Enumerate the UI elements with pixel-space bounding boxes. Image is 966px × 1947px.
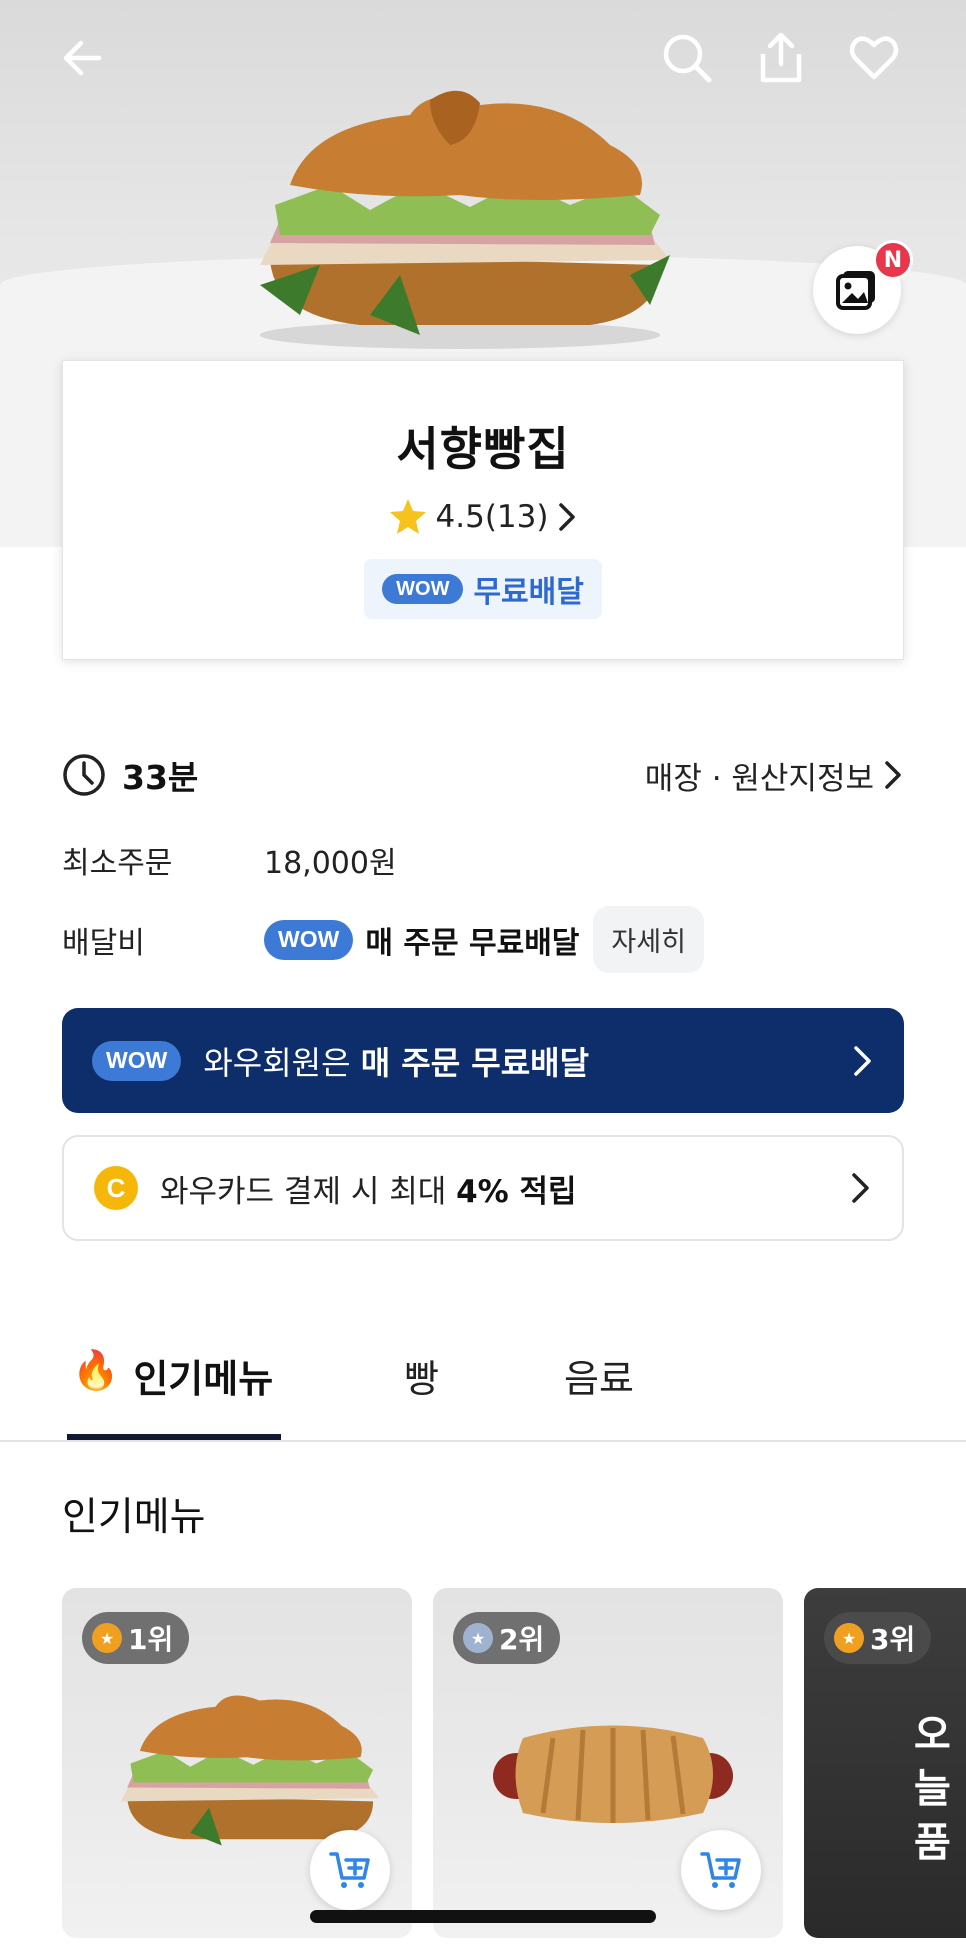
wow-badge: WOW	[264, 919, 354, 960]
sandwich-image	[260, 90, 670, 349]
card-banner-prefix: 와우카드 결제 시 최대	[160, 1173, 457, 1210]
wow-membership-banner[interactable]: WOW 와우회원은 매 주문 무료배달	[62, 1008, 904, 1113]
tab-label: 음료	[564, 1357, 634, 1401]
menu-card-overlay-text: 오늘 품	[914, 1708, 966, 1870]
back-arrow-icon	[63, 40, 102, 76]
gallery-icon	[836, 271, 875, 310]
clock-icon	[63, 754, 105, 796]
overlay-line-1: 오늘	[914, 1712, 951, 1812]
medal-icon: ★	[463, 1623, 493, 1653]
menu-category-tabs: 🔥 인기메뉴 빵 음료	[0, 1330, 966, 1442]
wow-banner-bold: 매 주문 무료배달	[360, 1043, 590, 1082]
store-origin-info-link[interactable]: 매장 · 원산지정보	[645, 753, 904, 798]
wow-card-banner[interactable]: C 와우카드 결제 시 최대 4% 적립	[62, 1135, 904, 1241]
wow-free-delivery-chip: WOW 무료배달	[364, 559, 602, 619]
rank-label: 3위	[870, 1623, 916, 1656]
share-icon	[760, 32, 802, 83]
delivery-fee-value: 매 주문 무료배달	[365, 925, 580, 961]
back-button[interactable]	[46, 22, 118, 94]
active-tab-indicator	[67, 1434, 281, 1440]
search-button[interactable]	[651, 22, 723, 94]
store-card: 서향빵집 4.5(13) WOW 무료배달	[62, 360, 904, 660]
tab-drinks[interactable]: 음료	[564, 1330, 634, 1442]
min-order-value: 18,000원	[264, 846, 397, 881]
search-icon	[663, 34, 712, 83]
delivery-fee-row: 배달비 WOW 매 주문 무료배달 자세히	[62, 906, 704, 973]
chevron-right-icon	[559, 503, 576, 531]
add-to-cart-button[interactable]	[310, 1830, 390, 1910]
card-banner-text: 와우카드 결제 시 최대 4% 적립	[160, 1166, 848, 1211]
tab-label: 인기메뉴	[133, 1357, 274, 1401]
rank-badge: ★ 3위	[824, 1612, 932, 1664]
tab-label: 빵	[404, 1357, 439, 1401]
star-icon	[389, 499, 426, 534]
menu-card[interactable]: ★ 3위 오늘 품	[804, 1588, 966, 1938]
delivery-time: 33분	[122, 758, 199, 797]
free-delivery-label: 무료배달	[473, 575, 584, 610]
overlay-line-2: 품	[914, 1820, 951, 1866]
store-name: 서향빵집	[396, 422, 570, 476]
wow-badge: WOW	[92, 1040, 182, 1081]
rating-value: 4.5(13)	[435, 499, 549, 535]
new-photo-badge: N	[873, 240, 913, 280]
rank-label: 2위	[499, 1623, 545, 1656]
share-button[interactable]	[745, 22, 817, 94]
chevron-right-icon	[852, 1173, 869, 1203]
min-order-row: 최소주문 18,000원	[62, 838, 397, 882]
rank-label: 1위	[128, 1623, 174, 1656]
tab-bread[interactable]: 빵	[404, 1330, 439, 1442]
rating-link[interactable]: 4.5(13)	[63, 497, 903, 537]
medal-icon: ★	[92, 1623, 122, 1653]
medal-icon: ★	[834, 1623, 864, 1653]
menu-item-image	[493, 1725, 733, 1823]
heart-icon	[849, 36, 899, 80]
store-info-label: 매장 · 원산지정보	[644, 760, 874, 797]
menu-card[interactable]: ★ 1위	[62, 1588, 412, 1938]
chevron-right-icon	[885, 761, 901, 789]
min-order-label: 최소주문	[62, 846, 173, 881]
wow-badge: WOW	[382, 574, 464, 604]
rank-badge: ★ 1위	[82, 1612, 190, 1664]
add-cart-icon	[329, 1852, 370, 1888]
add-cart-icon	[700, 1852, 741, 1888]
wow-banner-prefix: 와우회원은	[203, 1043, 361, 1082]
detail-button[interactable]: 자세히	[593, 906, 704, 973]
favorite-button[interactable]	[838, 22, 910, 94]
section-title: 인기메뉴	[62, 1495, 206, 1540]
wow-banner-text: 와우회원은 매 주문 무료배달	[203, 1038, 850, 1084]
home-indicator	[310, 1910, 656, 1923]
menu-card[interactable]: ★ 2위	[433, 1588, 783, 1938]
delivery-info-row: 33분 매장 · 원산지정보	[62, 750, 904, 800]
tab-popular[interactable]: 🔥 인기메뉴	[72, 1330, 273, 1442]
card-banner-bold: 4% 적립	[456, 1173, 577, 1210]
chevron-right-icon	[854, 1045, 871, 1076]
add-to-cart-button[interactable]	[681, 1830, 761, 1910]
coin-icon: C	[94, 1166, 138, 1210]
rank-badge: ★ 2위	[453, 1612, 561, 1664]
delivery-fee-label: 배달비	[62, 925, 145, 961]
fire-icon: 🔥	[72, 1348, 120, 1392]
